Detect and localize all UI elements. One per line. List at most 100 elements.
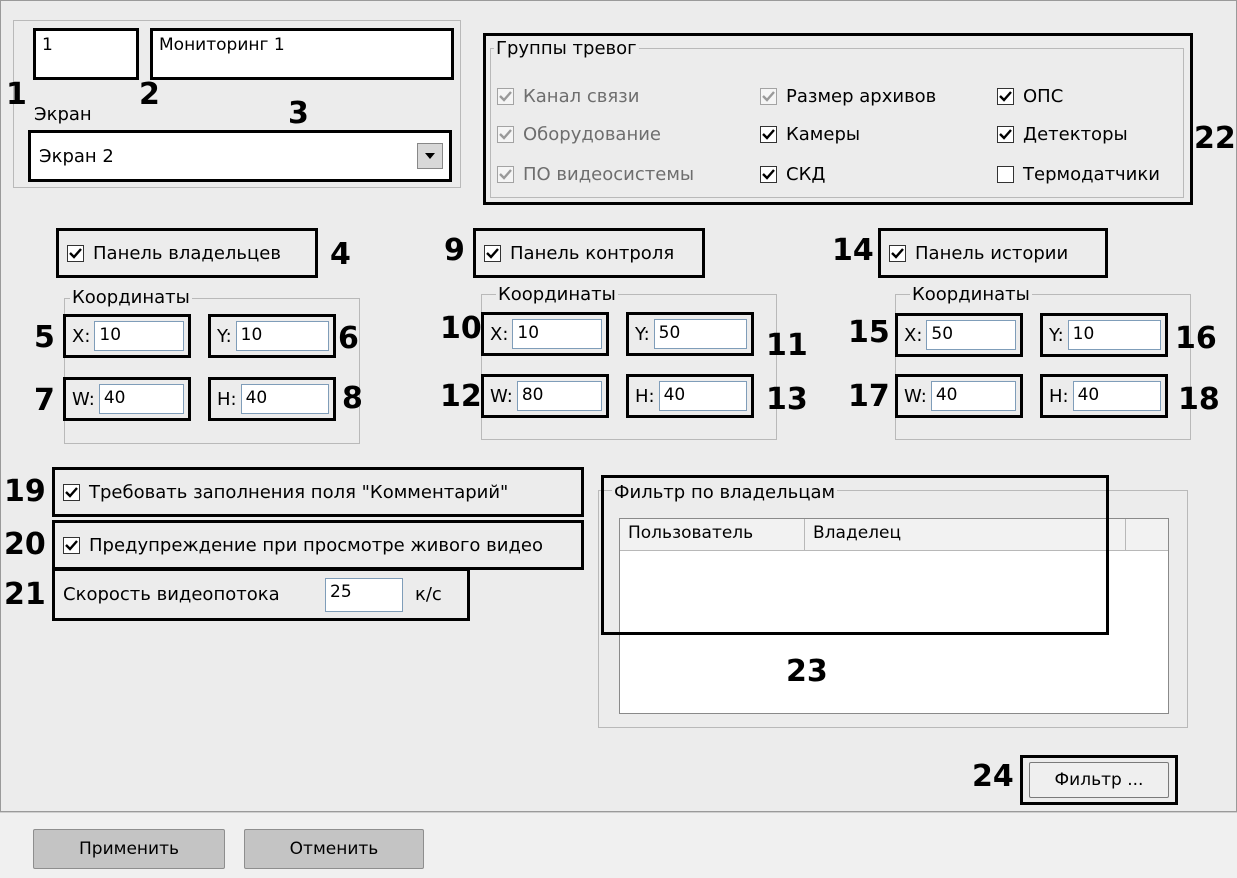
alarm-group-label: Оборудование (523, 124, 661, 145)
owners-x-field[interactable]: X: 10 (63, 314, 191, 358)
checkbox-icon[interactable] (63, 483, 80, 501)
cancel-button[interactable]: Отменить (244, 829, 424, 869)
alarm-group-item[interactable]: ПО видеосистемы (497, 164, 694, 185)
require-comment-checkbox[interactable]: Требовать заполнения поля "Комментарий" (52, 467, 584, 517)
checkbox-icon[interactable] (760, 166, 777, 183)
checkbox-icon[interactable] (67, 244, 84, 262)
w-value[interactable]: 40 (930, 381, 1016, 411)
x-value[interactable]: 10 (512, 319, 602, 349)
alarm-groups-title: Группы тревог (494, 38, 639, 59)
h-label: H: (1049, 385, 1069, 407)
alarm-group-item[interactable]: Термодатчики (997, 164, 1160, 185)
control-h-field[interactable]: H: 40 (626, 374, 754, 418)
require-comment-label: Требовать заполнения поля "Комментарий" (89, 481, 509, 503)
y-label: Y: (217, 325, 232, 347)
alarm-group-label: Камеры (786, 124, 861, 145)
control-panel-checkbox[interactable]: Панель контроля (473, 228, 705, 278)
checkbox-icon[interactable] (497, 166, 514, 183)
alarm-group-item[interactable]: Канал связи (497, 86, 639, 107)
alarm-group-item[interactable]: Оборудование (497, 124, 661, 145)
control-y-field[interactable]: Y: 50 (626, 312, 754, 356)
owners-h-field[interactable]: H: 40 (208, 377, 336, 421)
checkbox-icon[interactable] (997, 126, 1014, 143)
alarm-group-label: Размер архивов (786, 86, 937, 107)
h-value[interactable]: 40 (658, 381, 747, 411)
callout-3: 3 (288, 96, 309, 131)
control-x-field[interactable]: X: 10 (481, 312, 609, 356)
owners-panel-checkbox[interactable]: Панель владельцев (56, 228, 318, 278)
owners-w-field[interactable]: W: 40 (63, 377, 191, 421)
video-speed-unit: к/с (415, 584, 442, 605)
x-label: X: (490, 323, 509, 345)
callout-17: 17 (848, 379, 890, 414)
owners-panel-label: Панель владельцев (93, 242, 281, 264)
callout-8: 8 (342, 381, 363, 416)
alarm-group-label: ПО видеосистемы (523, 164, 695, 185)
chevron-down-icon[interactable] (417, 143, 443, 169)
callout-23: 23 (786, 654, 828, 689)
callout-20: 20 (4, 527, 46, 562)
screen-number-field[interactable]: 1 (33, 28, 139, 80)
x-label: X: (72, 325, 91, 347)
callout-1: 1 (6, 77, 27, 112)
x-value[interactable]: 10 (94, 321, 184, 351)
history-h-field[interactable]: H: 40 (1040, 374, 1168, 418)
owners-y-field[interactable]: Y: 10 (208, 314, 336, 358)
alarm-group-item[interactable]: Камеры (760, 124, 860, 145)
callout-6: 6 (338, 321, 359, 356)
checkbox-icon[interactable] (997, 166, 1014, 183)
history-x-field[interactable]: X: 50 (895, 313, 1023, 357)
callout-9: 9 (444, 233, 465, 268)
callout-11: 11 (766, 328, 808, 363)
w-label: W: (490, 385, 513, 407)
callout-14: 14 (832, 233, 874, 268)
alarm-group-label: Термодатчики (1023, 164, 1160, 185)
callout-13: 13 (766, 382, 808, 417)
y-label: Y: (1049, 324, 1064, 346)
w-label: W: (904, 385, 927, 407)
filter-button[interactable]: Фильтр ... (1029, 762, 1169, 798)
callout-5: 5 (34, 320, 55, 355)
screen-select[interactable]: Экран 2 (28, 130, 452, 182)
checkbox-icon[interactable] (497, 88, 514, 105)
checkbox-icon[interactable] (889, 244, 906, 262)
alarm-group-label: ОПС (1023, 86, 1064, 107)
y-value[interactable]: 50 (653, 319, 747, 349)
callout-24: 24 (972, 759, 1014, 794)
y-value[interactable]: 10 (1067, 320, 1161, 350)
history-y-field[interactable]: Y: 10 (1040, 313, 1168, 357)
alarm-group-item[interactable]: Размер архивов (760, 86, 936, 107)
y-value[interactable]: 10 (235, 321, 329, 351)
w-value[interactable]: 80 (516, 381, 602, 411)
history-panel-checkbox[interactable]: Панель истории (878, 228, 1108, 278)
screen-name-field[interactable]: Мониторинг 1 (150, 28, 454, 80)
checkbox-icon[interactable] (997, 88, 1014, 105)
control-panel-label: Панель контроля (510, 242, 675, 264)
checkbox-icon[interactable] (497, 126, 514, 143)
live-warning-checkbox[interactable]: Предупреждение при просмотре живого виде… (52, 520, 584, 570)
video-speed-field[interactable]: 25 (325, 578, 403, 612)
h-value[interactable]: 40 (240, 384, 329, 414)
alarm-group-item[interactable]: Детекторы (997, 124, 1128, 145)
alarm-group-item[interactable]: СКД (760, 164, 825, 185)
checkbox-icon[interactable] (63, 536, 80, 554)
x-value[interactable]: 50 (926, 320, 1016, 350)
alarm-group-label: Канал связи (523, 86, 640, 107)
h-value[interactable]: 40 (1072, 381, 1161, 411)
callout-18: 18 (1178, 382, 1220, 417)
history-panel-label: Панель истории (915, 242, 1069, 264)
control-w-field[interactable]: W: 80 (481, 374, 609, 418)
apply-button[interactable]: Применить (33, 829, 225, 869)
history-coords-title: Координаты (910, 284, 1032, 305)
history-w-field[interactable]: W: 40 (895, 374, 1023, 418)
checkbox-icon[interactable] (760, 126, 777, 143)
y-label: Y: (635, 323, 650, 345)
video-speed-row: Скорость видеопотока 25 к/с (52, 568, 470, 621)
w-value[interactable]: 40 (98, 384, 184, 414)
callout-12: 12 (440, 379, 482, 414)
alarm-group-label: Детекторы (1023, 124, 1128, 145)
callout-22: 22 (1194, 121, 1236, 156)
alarm-group-item[interactable]: ОПС (997, 86, 1063, 107)
checkbox-icon[interactable] (760, 88, 777, 105)
checkbox-icon[interactable] (484, 244, 501, 262)
